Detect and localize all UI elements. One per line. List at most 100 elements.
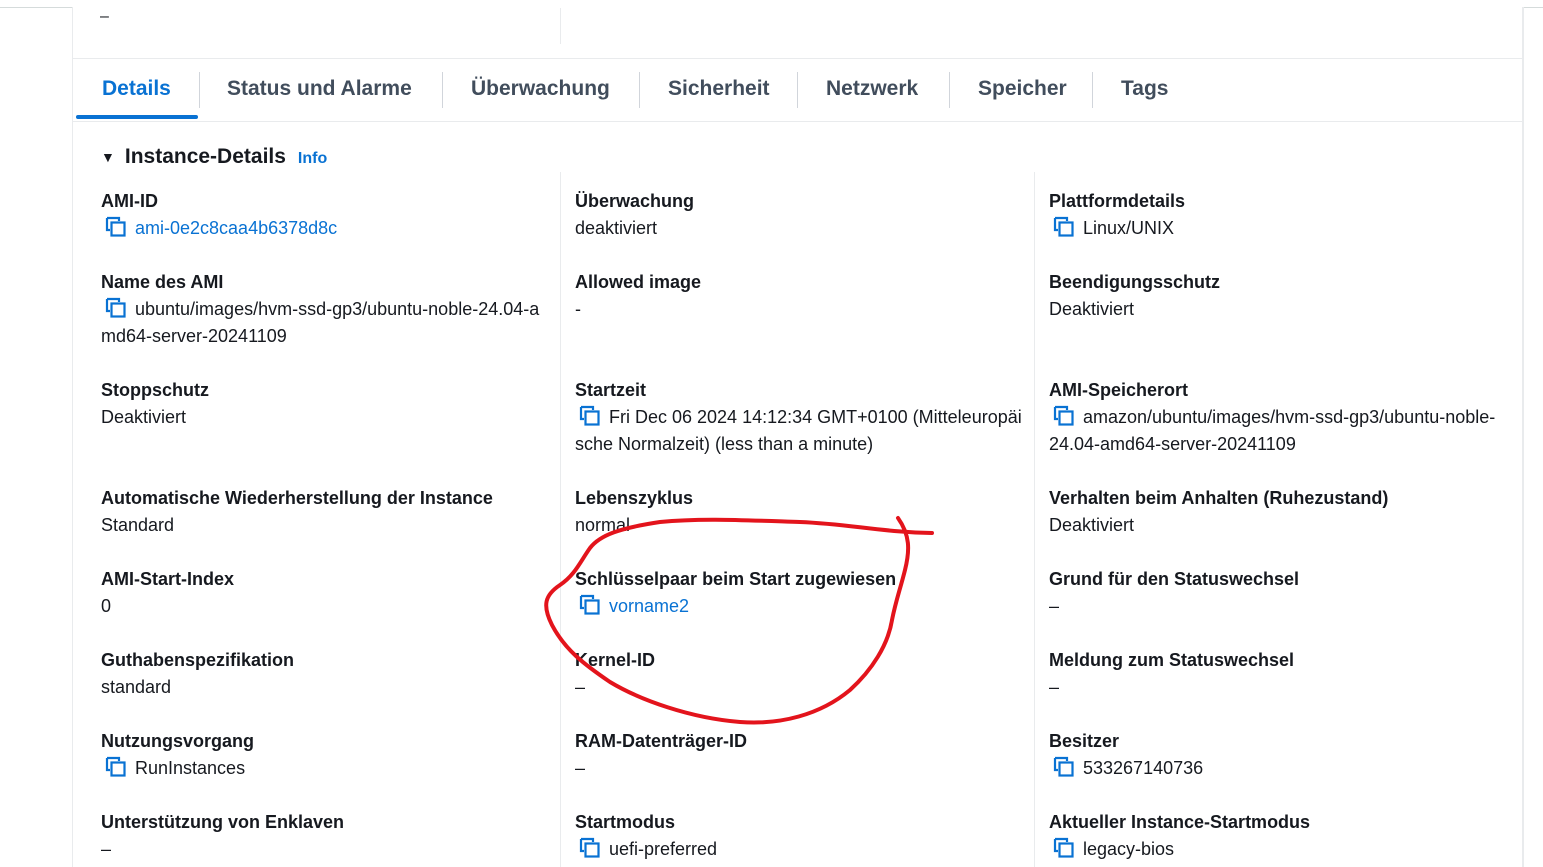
field-value: deaktiviert: [575, 218, 658, 238]
field-label: Automatische Wiederherstellung der Insta…: [101, 488, 493, 508]
field-value: Fri Dec 06 2024 14:12:34 GMT+0100 (Mitte…: [575, 407, 1022, 454]
copy-icon[interactable]: [1053, 756, 1075, 778]
field-label: Aktueller Instance-Startmodus: [1049, 812, 1311, 832]
field-monitoring: Überwachung deaktiviert: [575, 188, 1025, 242]
tab-separator: [1092, 72, 1093, 108]
field-value: legacy-bios: [1083, 839, 1175, 859]
copy-icon[interactable]: [1053, 405, 1075, 427]
field-state-reason: Grund für den Statuswechsel –: [1049, 566, 1499, 620]
field-label: Plattformdetails: [1049, 191, 1186, 211]
field-ramdisk-id: RAM-Datenträger-ID –: [575, 728, 1025, 782]
field-label: Meldung zum Statuswechsel: [1049, 650, 1295, 670]
field-ami-launch-index: AMI-Start-Index 0: [101, 566, 551, 620]
copy-icon[interactable]: [105, 297, 127, 319]
field-value: –: [1049, 596, 1060, 616]
copy-icon[interactable]: [579, 405, 601, 427]
field-value: Linux/UNIX: [1083, 218, 1175, 238]
previous-row-value: –: [100, 8, 109, 25]
field-value: -: [575, 299, 581, 319]
field-label: Nutzungsvorgang: [101, 731, 254, 751]
field-label: Stoppschutz: [101, 380, 209, 400]
copy-icon[interactable]: [105, 756, 127, 778]
field-auto-recovery: Automatische Wiederherstellung der Insta…: [101, 485, 551, 539]
field-owner: Besitzer 533267140736: [1049, 728, 1499, 782]
tab-separator: [949, 72, 950, 108]
field-label: Startmodus: [575, 812, 676, 832]
field-label: Allowed image: [575, 272, 702, 292]
field-ami-id: AMI-ID ami-0e2c8caa4b6378d8c: [101, 188, 551, 242]
copy-icon[interactable]: [1053, 216, 1075, 238]
field-value: uefi-preferred: [609, 839, 718, 859]
info-link[interactable]: Info: [298, 150, 327, 168]
tab-details[interactable]: Details: [102, 58, 171, 120]
copy-icon[interactable]: [579, 594, 601, 616]
section-header: ▼ Instance-Details Info: [101, 142, 327, 172]
field-launch-time: Startzeit Fri Dec 06 2024 14:12:34 GMT+0…: [575, 377, 1025, 458]
tab-separator: [639, 72, 640, 108]
field-key-pair: Schlüsselpaar beim Start zugewiesen vorn…: [575, 566, 1025, 620]
field-label: AMI-Start-Index: [101, 569, 235, 589]
field-value: Deaktiviert: [1049, 299, 1135, 319]
field-value: normal: [575, 515, 631, 535]
right-border: [1522, 7, 1523, 867]
ami-id-link[interactable]: ami-0e2c8caa4b6378d8c: [135, 218, 337, 238]
field-value: ubuntu/images/hvm-ssd-gp3/ubuntu-noble-2…: [101, 299, 540, 346]
field-boot-mode: Startmodus uefi-preferred: [575, 809, 1025, 863]
field-credit-spec: Guthabenspezifikation standard: [101, 647, 551, 701]
field-label: AMI-Speicherort: [1049, 380, 1189, 400]
field-value: Standard: [101, 515, 175, 535]
field-label: Beendigungsschutz: [1049, 272, 1221, 292]
column-divider: [560, 172, 561, 867]
field-label: Lebenszyklus: [575, 488, 694, 508]
copy-icon[interactable]: [579, 837, 601, 859]
column-divider: [1034, 172, 1035, 867]
field-label: AMI-ID: [101, 191, 158, 211]
field-platform-details: Plattformdetails Linux/UNIX: [1049, 188, 1499, 242]
collapse-caret-icon[interactable]: ▼: [101, 149, 115, 165]
field-stop-protection: Stoppschutz Deaktiviert: [101, 377, 551, 431]
field-kernel-id: Kernel-ID –: [575, 647, 1025, 701]
field-allowed-image: Allowed image -: [575, 269, 1025, 323]
active-tab-indicator: [76, 115, 198, 119]
field-label: RAM-Datenträger-ID: [575, 731, 748, 751]
field-value: 533267140736: [1083, 758, 1204, 778]
copy-icon[interactable]: [105, 216, 127, 238]
field-label: Grund für den Statuswechsel: [1049, 569, 1300, 589]
tab-separator: [797, 72, 798, 108]
field-value: Deaktiviert: [1049, 515, 1135, 535]
field-value: amazon/ubuntu/images/hvm-ssd-gp3/ubuntu-…: [1049, 407, 1496, 454]
field-label: Unterstützung von Enklaven: [101, 812, 345, 832]
field-value: –: [575, 677, 586, 697]
field-value: –: [1049, 677, 1060, 697]
copy-icon[interactable]: [1053, 837, 1075, 859]
field-label: Kernel-ID: [575, 650, 656, 670]
field-value: 0: [101, 596, 112, 616]
tab-status-alarms[interactable]: Status und Alarme: [227, 58, 412, 120]
field-label: Guthabenspezifikation: [101, 650, 295, 670]
previous-row-divider: [560, 8, 561, 44]
field-value: standard: [101, 677, 172, 697]
section-title: Instance-Details: [124, 145, 286, 168]
field-label: Name des AMI: [101, 272, 224, 292]
tab-separator: [442, 72, 443, 108]
field-value: –: [575, 758, 586, 778]
tab-storage[interactable]: Speicher: [978, 58, 1067, 120]
field-state-message: Meldung zum Statuswechsel –: [1049, 647, 1499, 701]
tab-monitoring[interactable]: Überwachung: [471, 58, 610, 120]
field-value: Deaktiviert: [101, 407, 187, 427]
field-lifecycle: Lebenszyklus normal: [575, 485, 1025, 539]
field-label: Überwachung: [575, 191, 695, 211]
tab-networking[interactable]: Netzwerk: [826, 58, 918, 120]
field-label: Schlüsselpaar beim Start zugewiesen: [575, 569, 897, 589]
field-label: Besitzer: [1049, 731, 1120, 751]
key-pair-link[interactable]: vorname2: [609, 596, 689, 616]
field-ami-location: AMI-Speicherort amazon/ubuntu/images/hvm…: [1049, 377, 1499, 458]
tab-tags[interactable]: Tags: [1121, 58, 1168, 120]
field-termination-protection: Beendigungsschutz Deaktiviert: [1049, 269, 1499, 323]
field-label: Verhalten beim Anhalten (Ruhezustand): [1049, 488, 1389, 508]
field-stop-hibernate: Verhalten beim Anhalten (Ruhezustand) De…: [1049, 485, 1499, 539]
field-usage-operation: Nutzungsvorgang RunInstances: [101, 728, 551, 782]
tab-security[interactable]: Sicherheit: [668, 58, 770, 120]
field-enclave-support: Unterstützung von Enklaven –: [101, 809, 551, 863]
field-current-boot-mode: Aktueller Instance-Startmodus legacy-bio…: [1049, 809, 1499, 863]
